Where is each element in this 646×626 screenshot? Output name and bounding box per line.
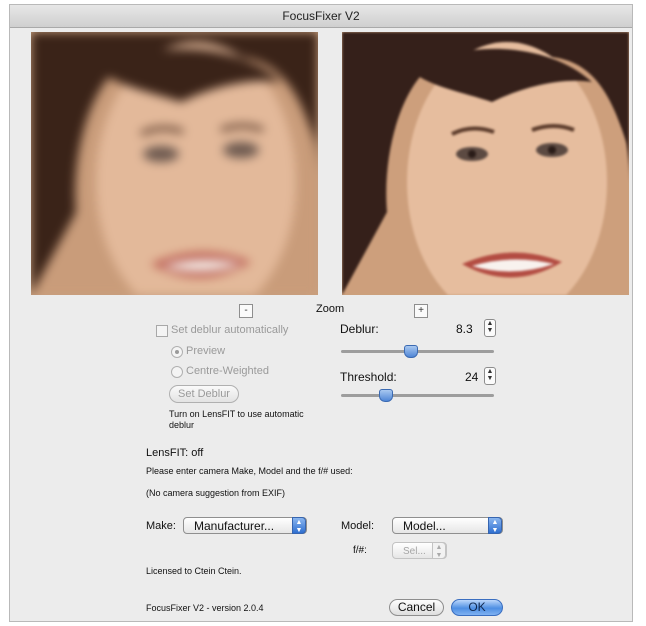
- threshold-slider-track[interactable]: [341, 394, 494, 397]
- camera-prompt: Please enter camera Make, Model and the …: [146, 466, 353, 476]
- license-text: Licensed to Ctein Ctein.: [146, 566, 242, 576]
- model-popup-value: Model...: [403, 519, 446, 533]
- lensfit-status: LensFIT: off: [146, 447, 204, 459]
- fnum-popup[interactable]: Sel... ▲ ▼: [392, 542, 447, 559]
- exif-note: (No camera suggestion from EXIF): [146, 488, 286, 498]
- set-deblur-automatically-checkbox[interactable]: [156, 325, 168, 337]
- make-popup[interactable]: Manufacturer... ▲ ▼: [183, 517, 307, 534]
- zoom-in-button[interactable]: +: [414, 304, 428, 318]
- make-label: Make:: [146, 520, 176, 532]
- lensfit-auto-deblur-note: Turn on LensFIT to use automatic deblur: [169, 409, 304, 430]
- cancel-button[interactable]: Cancel: [389, 599, 444, 616]
- threshold-value: 24: [465, 370, 479, 384]
- threshold-slider-thumb[interactable]: [379, 389, 394, 402]
- zoom-out-button[interactable]: -: [239, 304, 253, 318]
- set-deblur-button[interactable]: Set Deblur: [169, 385, 239, 403]
- deblur-stepper[interactable]: ▲ ▼: [484, 319, 496, 337]
- centre-weighted-radio[interactable]: [171, 366, 183, 378]
- model-popup[interactable]: Model... ▲ ▼: [392, 517, 503, 534]
- popup-arrows-icon: ▲ ▼: [292, 517, 306, 534]
- processed-preview-image: [342, 32, 629, 295]
- deblur-label: Deblur:: [340, 322, 379, 336]
- fnum-label: f/#:: [353, 545, 367, 556]
- popup-arrows-icon: ▲ ▼: [432, 542, 446, 559]
- threshold-label: Threshold:: [340, 370, 397, 384]
- model-label: Model:: [341, 520, 375, 532]
- window-title: FocusFixer V2: [10, 5, 632, 28]
- preview-radio-label: Preview: [186, 345, 226, 357]
- preview-radio[interactable]: [171, 346, 183, 358]
- make-popup-value: Manufacturer...: [194, 519, 275, 533]
- ok-button[interactable]: OK: [451, 599, 503, 616]
- popup-arrows-icon: ▲ ▼: [488, 517, 502, 534]
- focusfixer-window: FocusFixer V2 - Zoom + Set deblur automa…: [9, 4, 633, 622]
- zoom-label: Zoom: [316, 303, 345, 315]
- version-text: FocusFixer V2 - version 2.0.4: [146, 603, 264, 613]
- centre-weighted-radio-label: Centre-Weighted: [186, 365, 269, 377]
- original-preview-image: [31, 32, 318, 295]
- deblur-value: 8.3: [456, 322, 473, 336]
- threshold-stepper[interactable]: ▲ ▼: [484, 367, 496, 385]
- fnum-popup-value: Sel...: [403, 546, 426, 557]
- set-deblur-automatically-label: Set deblur automatically: [171, 324, 289, 336]
- deblur-slider-thumb[interactable]: [404, 345, 419, 358]
